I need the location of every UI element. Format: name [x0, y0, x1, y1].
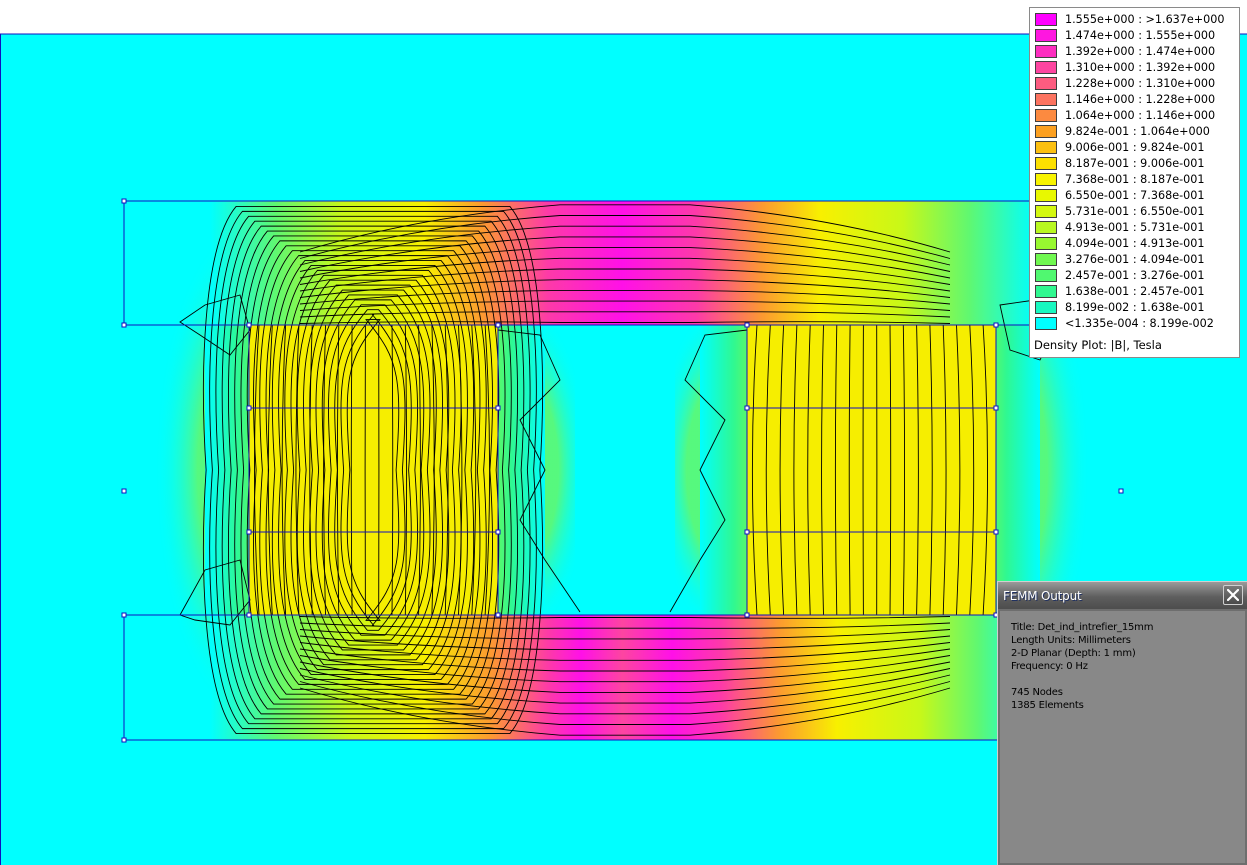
legend-caption: Density Plot: |B|, Tesla — [1034, 338, 1162, 352]
legend-swatch — [1035, 141, 1057, 154]
legend-row: 5.731e-001 : 6.550e-001 — [1035, 204, 1235, 220]
legend-swatch — [1035, 125, 1057, 138]
geometry-node[interactable] — [495, 405, 501, 411]
legend-range-label: 1.474e+000 : 1.555e+000 — [1065, 29, 1216, 42]
legend-range-label: 1.228e+000 : 1.310e+000 — [1065, 77, 1216, 90]
legend-swatch — [1035, 173, 1057, 186]
output-line: Title: Det_ind_intrefier_15mm — [1011, 622, 1154, 633]
legend-range-label: 7.368e-001 : 8.187e-001 — [1065, 173, 1205, 186]
output-line: Frequency: 0 Hz — [1011, 661, 1088, 672]
close-icon — [1227, 589, 1239, 601]
geometry-node[interactable] — [121, 612, 127, 618]
legend-swatch — [1035, 269, 1057, 282]
legend-row: 9.824e-001 : 1.064e+000 — [1035, 124, 1235, 140]
center-window — [575, 325, 675, 615]
geometry-node[interactable] — [121, 737, 127, 743]
geometry-node[interactable] — [246, 612, 252, 618]
geometry-node[interactable] — [993, 322, 999, 328]
legend-row: 1.310e+000 : 1.392e+000 — [1035, 60, 1235, 76]
legend-range-label: 9.006e-001 : 9.824e-001 — [1065, 141, 1205, 154]
legend-range-label: 5.731e-001 : 6.550e-001 — [1065, 205, 1205, 218]
legend-swatch — [1035, 237, 1057, 250]
geometry-node[interactable] — [744, 529, 750, 535]
femm-postprocessor-view[interactable]: 1.555e+000 : >1.637e+000 1.474e+000 : 1.5… — [0, 0, 1247, 865]
legend-swatch — [1035, 61, 1057, 74]
legend-swatch — [1035, 93, 1057, 106]
legend-row: 1.228e+000 : 1.310e+000 — [1035, 76, 1235, 92]
legend-swatch — [1035, 157, 1057, 170]
legend-range-label: 1.146e+000 : 1.228e+000 — [1065, 93, 1216, 106]
legend-row: 1.555e+000 : >1.637e+000 — [1035, 12, 1235, 28]
legend-row: 2.457e-001 : 3.276e-001 — [1035, 268, 1235, 284]
output-line: 2-D Planar (Depth: 1 mm) — [1011, 648, 1136, 659]
geometry-node[interactable] — [246, 405, 252, 411]
legend-swatch — [1035, 13, 1057, 26]
legend-range-label: 1.064e+000 : 1.146e+000 — [1065, 109, 1216, 122]
legend-range-label: 6.550e-001 : 7.368e-001 — [1065, 189, 1205, 202]
legend-swatch — [1035, 77, 1057, 90]
output-line: 1385 Elements — [1011, 700, 1084, 711]
legend-swatch — [1035, 189, 1057, 202]
legend-range-label: 4.913e-001 : 5.731e-001 — [1065, 221, 1205, 234]
legend-row: <1.335e-004 : 8.199e-002 — [1035, 316, 1235, 332]
geometry-node[interactable] — [246, 322, 252, 328]
geometry-node[interactable] — [993, 405, 999, 411]
geometry-node[interactable] — [993, 529, 999, 535]
bottom-yoke-field — [210, 615, 1035, 740]
legend-row: 1.638e-001 : 2.457e-001 — [1035, 284, 1235, 300]
density-legend: 1.555e+000 : >1.637e+000 1.474e+000 : 1.5… — [1029, 7, 1240, 358]
legend-row: 1.064e+000 : 1.146e+000 — [1035, 108, 1235, 124]
output-line: 745 Nodes — [1011, 687, 1063, 698]
legend-row: 8.187e-001 : 9.006e-001 — [1035, 156, 1235, 172]
legend-range-label: 3.276e-001 : 4.094e-001 — [1065, 253, 1205, 266]
legend-swatch — [1035, 317, 1057, 330]
geometry-node[interactable] — [121, 198, 127, 204]
legend-row: 8.199e-002 : 1.638e-001 — [1035, 300, 1235, 316]
close-button[interactable] — [1223, 585, 1243, 605]
geometry-node[interactable] — [744, 612, 750, 618]
geometry-node[interactable] — [246, 529, 252, 535]
legend-row: 9.006e-001 : 9.824e-001 — [1035, 140, 1235, 156]
legend-row: 4.094e-001 : 4.913e-001 — [1035, 236, 1235, 252]
geometry-node[interactable] — [121, 488, 127, 494]
geometry-node[interactable] — [495, 529, 501, 535]
legend-swatch — [1035, 45, 1057, 58]
legend-range-label: <1.335e-004 : 8.199e-002 — [1065, 317, 1214, 330]
legend-row: 1.474e+000 : 1.555e+000 — [1035, 28, 1235, 44]
legend-swatch — [1035, 285, 1057, 298]
legend-range-label: 2.457e-001 : 3.276e-001 — [1065, 269, 1205, 282]
geometry-node[interactable] — [744, 322, 750, 328]
legend-swatch — [1035, 301, 1057, 314]
output-title: FEMM Output — [1003, 589, 1082, 603]
legend-row: 4.913e-001 : 5.731e-001 — [1035, 220, 1235, 236]
legend-row: 7.368e-001 : 8.187e-001 — [1035, 172, 1235, 188]
geometry-node[interactable] — [121, 322, 127, 328]
legend-range-label: 1.555e+000 : >1.637e+000 — [1065, 13, 1225, 26]
legend-range-label: 1.638e-001 : 2.457e-001 — [1065, 285, 1205, 298]
output-titlebar[interactable]: FEMM Output — [998, 582, 1247, 609]
output-line: Length Units: Millimeters — [1011, 635, 1131, 646]
legend-row: 1.146e+000 : 1.228e+000 — [1035, 92, 1235, 108]
legend-range-label: 1.310e+000 : 1.392e+000 — [1065, 61, 1216, 74]
geometry-node[interactable] — [1118, 488, 1124, 494]
geometry-node[interactable] — [495, 612, 501, 618]
femm-output-window[interactable]: FEMM Output Title: Det_ind_intrefier_15m… — [997, 581, 1247, 865]
geometry-node[interactable] — [495, 322, 501, 328]
legend-row: 1.392e+000 : 1.474e+000 — [1035, 44, 1235, 60]
output-body: Title: Det_ind_intrefier_15mm Length Unit… — [998, 609, 1247, 865]
legend-swatch — [1035, 253, 1057, 266]
legend-row: 3.276e-001 : 4.094e-001 — [1035, 252, 1235, 268]
geometry-node[interactable] — [744, 405, 750, 411]
legend-range-label: 4.094e-001 : 4.913e-001 — [1065, 237, 1205, 250]
legend-swatch — [1035, 221, 1057, 234]
legend-range-label: 8.199e-002 : 1.638e-001 — [1065, 301, 1205, 314]
legend-swatch — [1035, 29, 1057, 42]
legend-swatch — [1035, 109, 1057, 122]
legend-range-label: 1.392e+000 : 1.474e+000 — [1065, 45, 1216, 58]
legend-swatch — [1035, 205, 1057, 218]
legend-range-label: 8.187e-001 : 9.006e-001 — [1065, 157, 1205, 170]
legend-row: 6.550e-001 : 7.368e-001 — [1035, 188, 1235, 204]
legend-range-label: 9.824e-001 : 1.064e+000 — [1065, 125, 1210, 138]
